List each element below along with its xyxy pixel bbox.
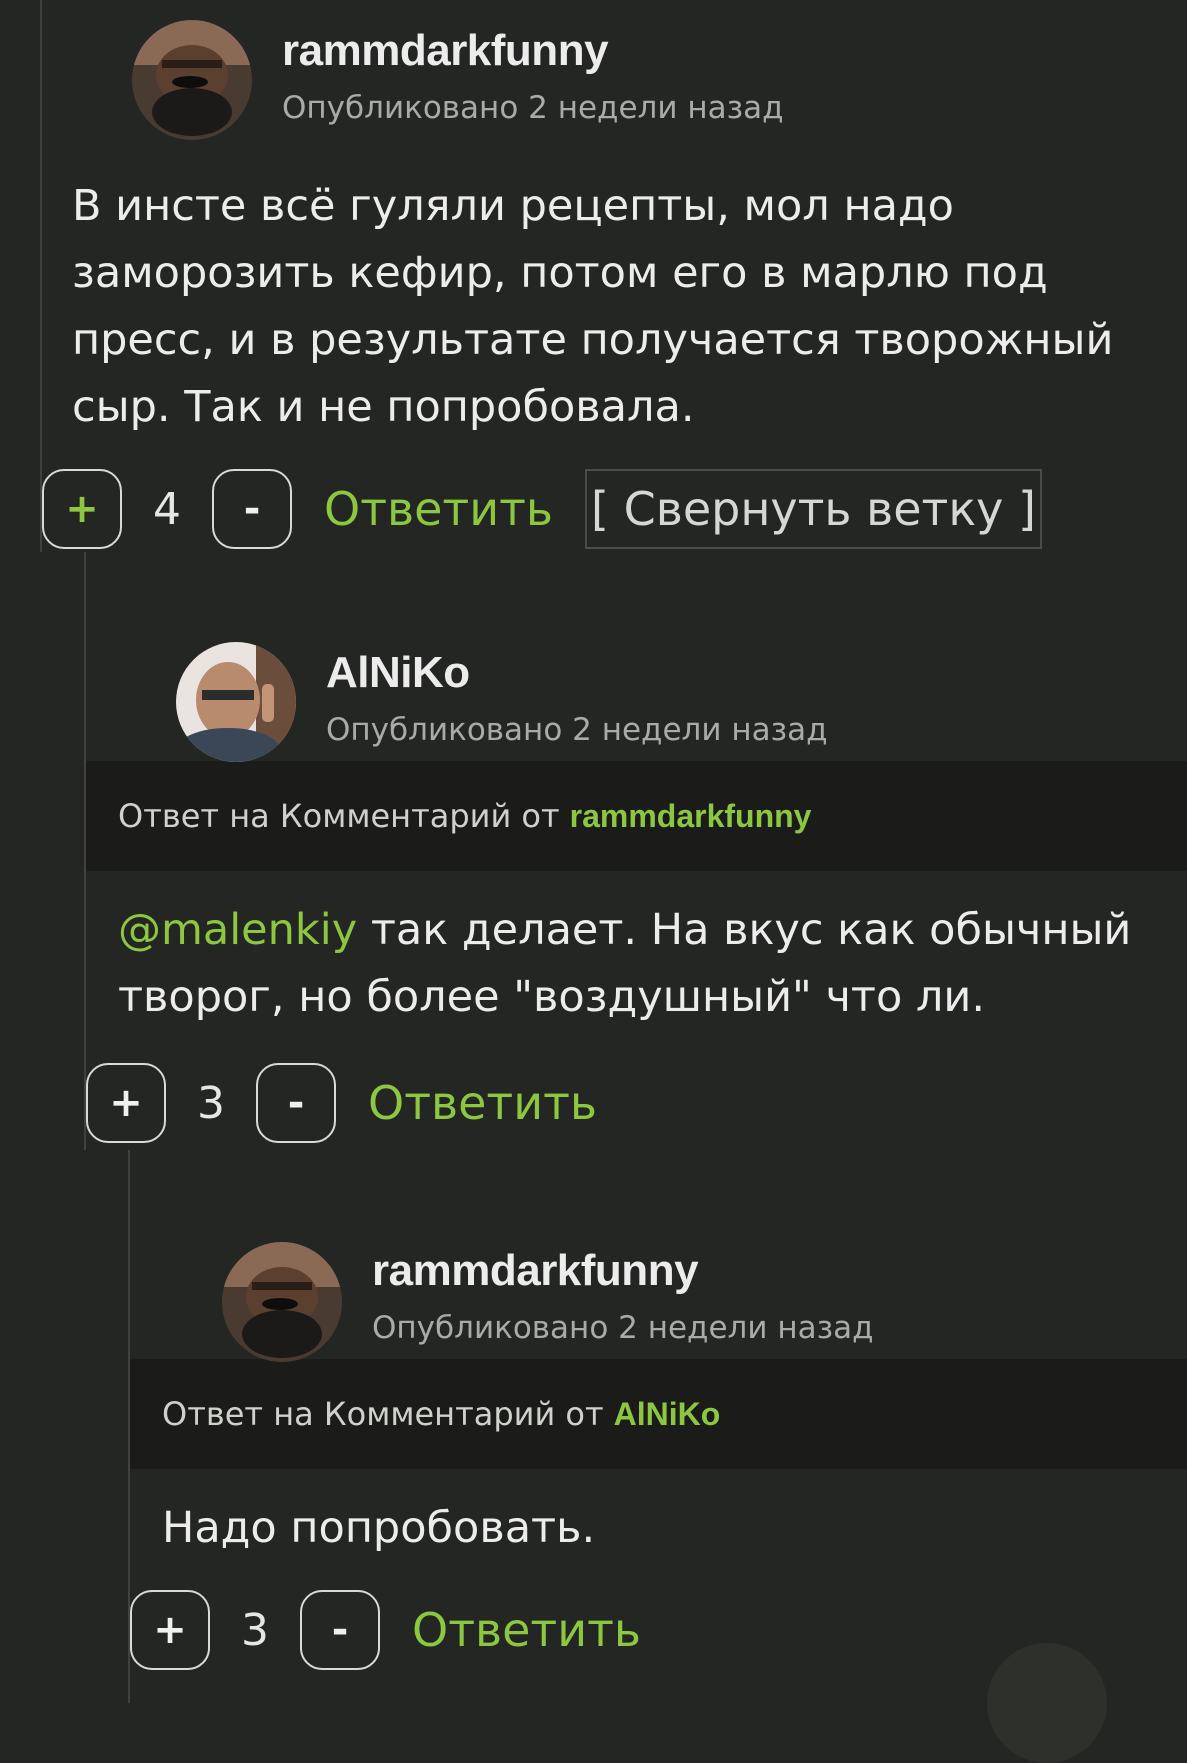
comment: rammdarkfunny Опубликовано 2 недели наза… xyxy=(42,18,1187,551)
upvote-button[interactable]: + xyxy=(42,469,122,549)
comment-actions: + 4 - Ответить [ Свернуть ветку ] xyxy=(42,467,1187,551)
comment-header: AlNiKo Опубликовано 2 недели назад xyxy=(86,640,1187,765)
vote-score: 3 xyxy=(197,1077,225,1129)
avatar[interactable] xyxy=(176,642,296,762)
downvote-button[interactable]: - xyxy=(300,1590,380,1670)
reply-to-username[interactable]: AlNiKo xyxy=(614,1396,721,1433)
reply-to-prefix: Ответ на Комментарий от xyxy=(118,797,560,835)
comment: AlNiKo Опубликовано 2 недели назад Ответ… xyxy=(86,640,1187,1145)
downvote-button[interactable]: - xyxy=(212,469,292,549)
comment-body: @malenkiy так делает. На вкус как обычны… xyxy=(86,871,1158,1031)
upvote-button[interactable]: + xyxy=(86,1063,166,1143)
reply-to-prefix: Ответ на Комментарий от xyxy=(162,1395,604,1433)
comment-header: rammdarkfunny Опубликовано 2 недели наза… xyxy=(130,1238,1187,1363)
comment-actions: + 3 - Ответить xyxy=(86,1061,1187,1145)
comment-body: Надо попробовать. xyxy=(130,1469,1162,1562)
avatar[interactable] xyxy=(222,1242,342,1362)
reply-button[interactable]: Ответить xyxy=(324,482,553,536)
comment-header: rammdarkfunny Опубликовано 2 недели наза… xyxy=(42,18,1187,143)
comment-timestamp: Опубликовано 2 недели назад xyxy=(326,712,828,748)
comment-timestamp: Опубликовано 2 недели назад xyxy=(372,1310,874,1346)
vote-score: 4 xyxy=(153,483,181,535)
comment: rammdarkfunny Опубликовано 2 недели наза… xyxy=(130,1238,1187,1672)
comment-username[interactable]: rammdarkfunny xyxy=(372,1246,699,1296)
avatar[interactable] xyxy=(132,20,252,140)
comment-text: Надо попробовать. xyxy=(162,1503,596,1553)
comment-text: В инсте всё гуляли рецепты, мол надо зам… xyxy=(72,181,1114,432)
mention-link[interactable]: @malenkiy xyxy=(118,905,357,955)
reply-button[interactable]: Ответить xyxy=(368,1076,597,1130)
collapse-thread-button[interactable]: [ Свернуть ветку ] xyxy=(585,469,1042,549)
upvote-button[interactable]: + xyxy=(130,1590,210,1670)
floating-action-button[interactable] xyxy=(987,1643,1107,1763)
downvote-button[interactable]: - xyxy=(256,1063,336,1143)
comment-username[interactable]: AlNiKo xyxy=(326,648,470,698)
comment-body: В инсте всё гуляли рецепты, мол надо зам… xyxy=(42,143,1132,441)
reply-to-username[interactable]: rammdarkfunny xyxy=(570,798,812,835)
vote-score: 3 xyxy=(241,1604,269,1656)
comment-timestamp: Опубликовано 2 недели назад xyxy=(282,90,784,126)
comment-username[interactable]: rammdarkfunny xyxy=(282,26,609,76)
reply-button[interactable]: Ответить xyxy=(412,1603,641,1657)
reply-to-bar: Ответ на Комментарий от AlNiKo xyxy=(130,1359,1187,1469)
reply-to-bar: Ответ на Комментарий от rammdarkfunny xyxy=(86,761,1187,871)
